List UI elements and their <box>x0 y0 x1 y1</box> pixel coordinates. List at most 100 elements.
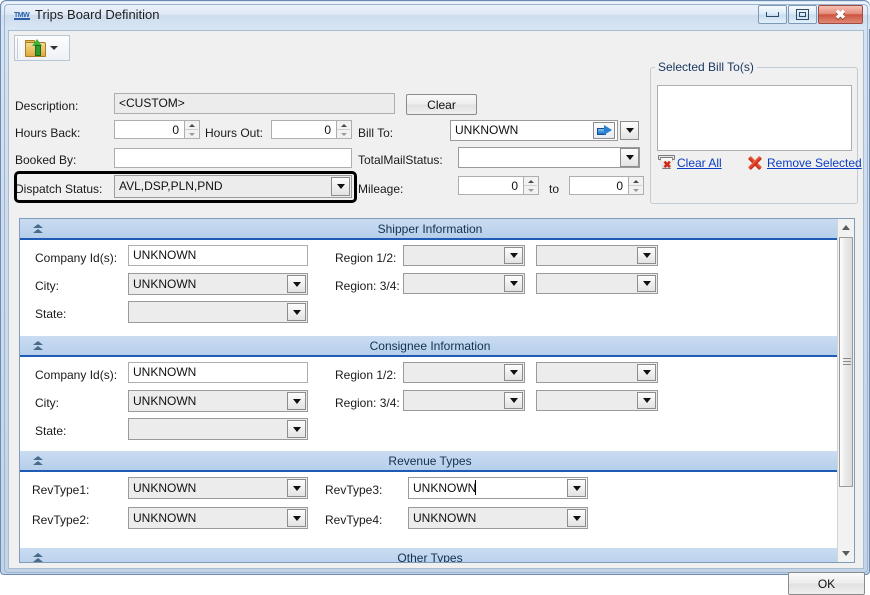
revtype4-label: RevType4: <box>325 513 382 527</box>
revtype1-combo[interactable]: UNKNOWN <box>128 477 308 499</box>
section-header-revenue[interactable]: Revenue Types <box>20 451 840 472</box>
text-caret <box>475 480 476 495</box>
panel-scrollbar[interactable] <box>837 219 854 562</box>
consignee-region3-dropdown-button[interactable] <box>504 392 523 409</box>
booked-by-input[interactable] <box>114 148 352 168</box>
revtype1-dropdown-button[interactable] <box>287 479 306 497</box>
hours-back-label: Hours Back: <box>15 126 80 140</box>
shipper-city-label: City: <box>35 279 59 293</box>
hours-out-input[interactable]: 0 <box>271 120 337 139</box>
close-icon: ✖ <box>835 8 846 21</box>
toolbar <box>14 35 70 61</box>
title-bar: TMW Trips Board Definition ✖ <box>2 2 870 29</box>
revtype4-dropdown-button[interactable] <box>567 509 586 527</box>
consignee-state-combo[interactable] <box>128 418 308 440</box>
clear-all-link[interactable]: Clear All <box>677 156 722 170</box>
mileage-from-spinner[interactable] <box>524 176 539 195</box>
shipper-region1-dropdown-button[interactable] <box>504 247 523 264</box>
revtype3-combo[interactable]: UNKNOWN <box>408 477 588 499</box>
shipper-region34-label: Region: 3/4: <box>335 279 400 293</box>
shipper-state-dropdown-button[interactable] <box>287 303 306 321</box>
toolbar-grip[interactable] <box>17 38 22 59</box>
revtype4-combo[interactable]: UNKNOWN <box>408 507 588 529</box>
section-header-other[interactable]: Other Types <box>20 548 840 563</box>
section-title-revenue: Revenue Types <box>20 454 840 468</box>
section-body-revenue: RevType1: UNKNOWN RevType2: UNKNOWN RevT… <box>20 472 840 548</box>
ok-button[interactable]: OK <box>788 572 865 595</box>
shipper-state-label: State: <box>35 307 66 321</box>
clear-filter-icon: ✖ <box>658 155 674 170</box>
revtype2-label: RevType2: <box>32 513 89 527</box>
criteria-scroll-panel: Shipper Information Company Id(s): UNKNO… <box>19 218 855 563</box>
selected-bill-to-listbox[interactable] <box>657 85 852 151</box>
section-header-consignee[interactable]: Consignee Information <box>20 336 840 357</box>
total-mail-status-dropdown-button[interactable] <box>620 148 639 167</box>
shipper-company-label: Company Id(s): <box>35 251 117 265</box>
shipper-region3-dropdown-button[interactable] <box>504 275 523 292</box>
booked-by-label: Booked By: <box>15 153 76 167</box>
clear-button[interactable]: Clear <box>406 94 477 115</box>
shipper-city-dropdown-button[interactable] <box>287 275 306 293</box>
maximize-button[interactable] <box>788 5 817 24</box>
revtype2-dropdown-button[interactable] <box>287 509 306 527</box>
hours-back-spinner[interactable] <box>185 120 200 139</box>
consignee-state-label: State: <box>35 424 66 438</box>
section-title-shipper: Shipper Information <box>20 222 840 236</box>
shipper-region4-dropdown-button[interactable] <box>637 275 656 292</box>
shipper-state-combo[interactable] <box>128 301 308 323</box>
section-title-consignee: Consignee Information <box>20 339 840 353</box>
dispatch-status-label: Dispatch Status: <box>15 182 102 196</box>
consignee-company-label: Company Id(s): <box>35 368 117 382</box>
shipper-city-combo[interactable]: UNKNOWN <box>128 273 308 295</box>
bill-to-dropdown-button[interactable] <box>620 121 639 140</box>
section-title-other: Other Types <box>20 551 840 563</box>
blue-right-arrow-icon <box>597 125 612 136</box>
dispatch-status-combo[interactable]: AVL,DSP,PLN,PND <box>114 175 352 198</box>
bill-to-label: Bill To: <box>358 126 393 140</box>
mileage-to-label: to <box>549 182 559 196</box>
section-body-shipper: Company Id(s): UNKNOWN City: UNKNOWN Sta… <box>20 240 840 336</box>
shipper-region12-label: Region 1/2: <box>335 251 396 265</box>
mileage-to-spinner[interactable] <box>629 176 644 195</box>
revtype3-label: RevType3: <box>325 483 382 497</box>
consignee-city-combo[interactable]: UNKNOWN <box>128 390 308 412</box>
dialog-window: TMW Trips Board Definition ✖ Description… <box>0 0 870 575</box>
remove-selected-link[interactable]: Remove Selected <box>767 156 862 170</box>
window-controls: ✖ <box>758 5 863 24</box>
total-mail-status-label: TotalMailStatus: <box>358 153 443 167</box>
consignee-region34-label: Region: 3/4: <box>335 396 400 410</box>
section-header-shipper[interactable]: Shipper Information <box>20 219 840 240</box>
consignee-region4-dropdown-button[interactable] <box>637 392 656 409</box>
revtype1-label: RevType1: <box>32 483 89 497</box>
dispatch-status-dropdown-button[interactable] <box>331 177 350 196</box>
chevron-down-icon[interactable] <box>50 46 58 50</box>
hours-out-spinner[interactable] <box>337 120 352 139</box>
consignee-region1-dropdown-button[interactable] <box>504 364 523 381</box>
shipper-company-input[interactable]: UNKNOWN <box>128 245 308 266</box>
open-folder-icon[interactable] <box>25 40 45 57</box>
description-input[interactable]: <CUSTOM> <box>114 93 395 114</box>
scroll-down-icon[interactable] <box>838 545 854 562</box>
scroll-thumb[interactable] <box>839 237 853 487</box>
section-body-consignee: Company Id(s): UNKNOWN City: UNKNOWN Sta… <box>20 357 840 451</box>
revtype3-dropdown-button[interactable] <box>567 479 586 497</box>
consignee-region12-label: Region 1/2: <box>335 368 396 382</box>
minimize-icon <box>766 12 779 17</box>
shipper-region2-dropdown-button[interactable] <box>637 247 656 264</box>
consignee-city-dropdown-button[interactable] <box>287 392 306 410</box>
mileage-label: Mileage: <box>358 182 403 196</box>
minimize-button[interactable] <box>758 5 787 24</box>
consignee-state-dropdown-button[interactable] <box>287 420 306 438</box>
consignee-city-label: City: <box>35 396 59 410</box>
scroll-up-icon[interactable] <box>838 219 854 236</box>
hours-back-input[interactable]: 0 <box>114 120 185 139</box>
consignee-company-input[interactable]: UNKNOWN <box>128 362 308 383</box>
close-button[interactable]: ✖ <box>818 5 863 24</box>
total-mail-status-combo[interactable] <box>458 147 640 168</box>
bill-to-add-button[interactable] <box>593 122 615 139</box>
tmw-logo-icon: TMW <box>14 9 30 23</box>
mileage-to-input[interactable]: 0 <box>569 176 629 195</box>
revtype2-combo[interactable]: UNKNOWN <box>128 507 308 529</box>
mileage-from-input[interactable]: 0 <box>458 176 524 195</box>
consignee-region2-dropdown-button[interactable] <box>637 364 656 381</box>
